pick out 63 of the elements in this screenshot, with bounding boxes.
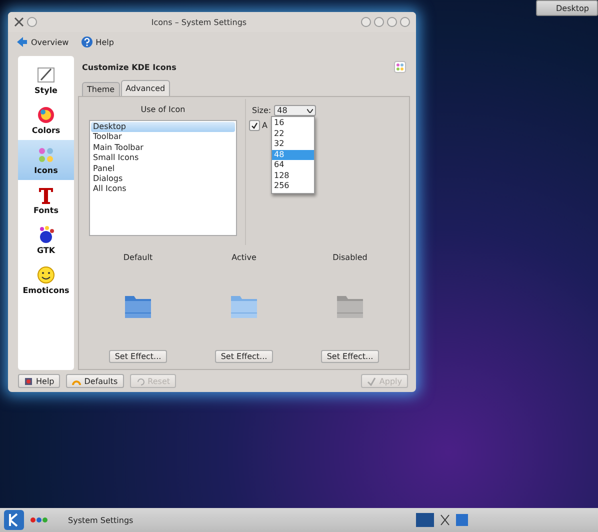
letter-t-icon: [37, 186, 55, 204]
size-dropdown[interactable]: 48: [274, 105, 316, 116]
dots-icon: [394, 61, 406, 73]
set-effect-button[interactable]: Set Effect...: [320, 350, 380, 363]
list-item[interactable]: Small Icons: [91, 153, 235, 164]
help-icon: [80, 36, 93, 48]
sidebar-item[interactable]: Fonts: [18, 180, 74, 220]
dots-icon[interactable]: [30, 517, 48, 523]
checkmark-icon: [251, 122, 258, 129]
sidebar-item[interactable]: Icons: [18, 140, 74, 180]
set-effect-button[interactable]: Set Effect...: [108, 350, 168, 363]
dropdown-option[interactable]: 64: [272, 160, 314, 170]
desktop-button[interactable]: Desktop: [536, 0, 598, 16]
tab[interactable]: Theme: [82, 82, 120, 96]
pencil-paper-icon: [37, 66, 55, 84]
pin-button[interactable]: [27, 17, 37, 27]
list-item[interactable]: Desktop: [91, 122, 235, 132]
list-item[interactable]: All Icons: [91, 184, 235, 195]
help-button[interactable]: [361, 17, 371, 27]
sidebar-item[interactable]: GTK: [18, 220, 74, 260]
list-item[interactable]: Toolbar: [91, 132, 235, 143]
dots-icon: [37, 146, 55, 164]
reset-icon: [136, 376, 145, 386]
dropdown-option[interactable]: 256: [272, 181, 314, 192]
page-title: Customize KDE Icons: [82, 62, 176, 72]
close-button[interactable]: [400, 17, 410, 27]
dropdown-option[interactable]: 128: [272, 170, 314, 181]
maximize-button[interactable]: [387, 17, 397, 27]
sidebar-item[interactable]: Colors: [18, 100, 74, 140]
list-item[interactable]: Panel: [91, 164, 235, 174]
state-label: Active: [232, 253, 256, 262]
state-label: Default: [123, 253, 153, 262]
dropdown-option[interactable]: 22: [272, 128, 314, 139]
kde-logo-icon[interactable]: [4, 510, 24, 530]
group-title: Use of Icon: [140, 105, 186, 114]
footer-button[interactable]: Defaults: [66, 374, 124, 388]
checkmark-icon: [367, 376, 376, 386]
task-button[interactable]: System Settings: [68, 516, 134, 524]
set-effect-button[interactable]: Set Effect...: [214, 350, 274, 363]
caret-icon: [307, 108, 314, 112]
size-label: Size:: [252, 106, 272, 115]
sidebar-item[interactable]: Style: [18, 60, 74, 100]
tab[interactable]: Advanced: [120, 80, 170, 96]
dropdown-option[interactable]: 32: [272, 139, 314, 150]
minimize-button[interactable]: [374, 17, 384, 27]
checkbox[interactable]: [249, 120, 260, 131]
dropdown-option[interactable]: 16: [272, 118, 314, 128]
toolbar-button[interactable]: Help: [78, 35, 116, 49]
toolbar-button[interactable]: Overview: [14, 35, 71, 49]
list-item[interactable]: Main Toolbar: [91, 142, 235, 154]
sidebar-item[interactable]: Emoticons: [18, 260, 74, 300]
folder-icon: [124, 293, 152, 319]
list-item[interactable]: Dialogs: [91, 174, 235, 184]
checkbox-label: A: [262, 121, 268, 130]
help-book-icon: [24, 376, 33, 386]
back-arrow-icon: [16, 36, 28, 48]
folder-icon: [230, 293, 258, 319]
color-wheel-icon: [37, 106, 55, 124]
folder-icon: [336, 293, 364, 319]
window-title: Icons – System Settings: [150, 18, 248, 26]
footer-button[interactable]: Help: [18, 374, 60, 388]
state-label: Disabled: [332, 253, 368, 262]
smiley-icon: [37, 266, 55, 284]
